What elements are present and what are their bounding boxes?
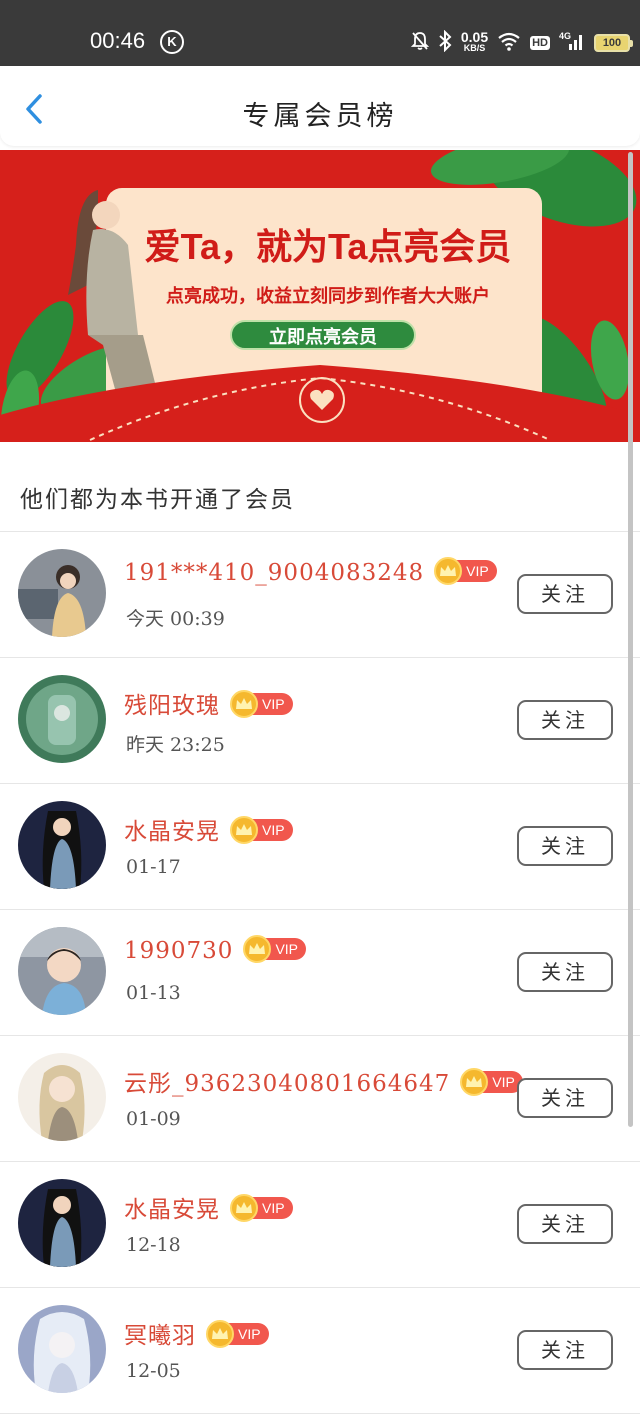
- wifi-icon: [497, 31, 521, 55]
- member-join-time: 01-13: [126, 982, 181, 1004]
- member-name-text: 冥曦羽: [124, 1323, 196, 1349]
- member-name-text: 水晶安晃: [124, 1197, 220, 1223]
- svg-text:4G: 4G: [559, 31, 571, 41]
- mute-bell-icon: [410, 31, 430, 55]
- avatar-image: [18, 675, 106, 763]
- section-title: 他们都为本书开通了会员: [20, 487, 295, 513]
- banner-headline: 爱Ta，就为Ta点亮会员: [144, 226, 512, 267]
- avatar-image: [18, 1305, 106, 1393]
- member-row[interactable]: 191***410_9004083248 VIP 今天 00:39 关注: [0, 532, 640, 658]
- vip-badge: VIP: [206, 1320, 269, 1348]
- vip-badge: VIP: [460, 1068, 523, 1096]
- net-speed: 0.05 KB/S: [460, 29, 489, 54]
- avatar[interactable]: [18, 675, 106, 763]
- member-name-text: 云彤_93623040801664647: [124, 1071, 451, 1097]
- vip-badge: VIP: [243, 935, 307, 963]
- net-speed-unit: KB/S: [463, 43, 486, 53]
- member-row[interactable]: 残阳玫瑰 VIP 昨天 23:25 关注: [0, 658, 640, 784]
- avatar[interactable]: [18, 1053, 106, 1141]
- follow-button[interactable]: 关注: [517, 1078, 613, 1118]
- scrollbar[interactable]: [628, 152, 633, 1127]
- member-row[interactable]: 云彤_93623040801664647 VIP 01-09 关注: [0, 1036, 640, 1162]
- member-name: 残阳玫瑰 VIP: [124, 686, 293, 721]
- member-row[interactable]: 1990730 VIP 01-13 关注: [0, 910, 640, 1036]
- avatar-image: [18, 1053, 106, 1141]
- member-name-text: 1990730: [124, 938, 234, 964]
- status-bar: 00:46 K 0.05 KB/S HD 4G 100: [0, 0, 640, 66]
- avatar[interactable]: [18, 927, 106, 1015]
- follow-button[interactable]: 关注: [517, 700, 613, 740]
- member-name-text: 191***410_9004083248: [124, 560, 425, 586]
- member-name: 水晶安晃 VIP: [124, 812, 293, 847]
- member-row[interactable]: 冥曦羽 VIP 12-05 关注: [0, 1288, 640, 1414]
- member-name: 191***410_9004083248 VIP: [124, 557, 497, 588]
- follow-button[interactable]: 关注: [517, 1330, 613, 1370]
- promo-banner[interactable]: 爱Ta，就为Ta点亮会员 点亮成功，收益立刻同步到作者大大账户 立即点亮会员: [0, 150, 640, 442]
- member-name: 1990730 VIP: [124, 935, 307, 966]
- member-row[interactable]: 水晶安晃 VIP 01-17 关注: [0, 784, 640, 910]
- avatar-image: [18, 927, 106, 1015]
- hd-icon: HD: [530, 36, 550, 50]
- crown-icon: [230, 690, 258, 718]
- member-join-time: 今天 00:39: [126, 608, 225, 630]
- battery-icon: 100: [594, 34, 633, 52]
- member-join-time: 昨天 23:25: [126, 734, 225, 756]
- signal-icon: 4G: [559, 30, 585, 56]
- follow-button[interactable]: 关注: [517, 826, 613, 866]
- banner-subtitle: 点亮成功，收益立刻同步到作者大大账户: [166, 286, 490, 306]
- follow-button[interactable]: 关注: [517, 952, 613, 992]
- avatar[interactable]: [18, 1179, 106, 1267]
- light-up-membership-button[interactable]: 立即点亮会员: [230, 320, 416, 350]
- crown-icon: [230, 1194, 258, 1222]
- member-row[interactable]: 水晶安晃 VIP 12-18 关注: [0, 1162, 640, 1288]
- avatar[interactable]: [18, 1305, 106, 1393]
- avatar-image: [18, 801, 106, 889]
- status-icons: 0.05 KB/S HD 4G 100: [410, 26, 633, 60]
- vip-badge: VIP: [230, 1194, 293, 1222]
- envelope-flap: [0, 365, 640, 442]
- vip-badge: VIP: [230, 816, 293, 844]
- page-title: 专属会员榜: [242, 101, 398, 132]
- bluetooth-icon: [438, 29, 452, 56]
- avatar[interactable]: [18, 801, 106, 889]
- member-name-text: 残阳玫瑰: [124, 693, 220, 719]
- member-join-time: 01-09: [126, 1108, 181, 1130]
- vip-badge: VIP: [230, 690, 293, 718]
- avatar[interactable]: [18, 549, 106, 637]
- crown-icon: [230, 816, 258, 844]
- follow-button[interactable]: 关注: [517, 1204, 613, 1244]
- follow-button[interactable]: 关注: [517, 574, 613, 614]
- avatar-image: [18, 549, 106, 637]
- vip-badge: VIP: [434, 557, 497, 585]
- member-name: 水晶安晃 VIP: [124, 1190, 293, 1225]
- k-badge-icon: K: [160, 30, 184, 54]
- crown-icon: [434, 557, 463, 585]
- member-list: 191***410_9004083248 VIP 今天 00:39 关注 残阳玫瑰…: [0, 532, 640, 1414]
- member-join-time: 12-18: [126, 1234, 181, 1256]
- member-name-text: 水晶安晃: [124, 819, 220, 845]
- net-speed-value: 0.05: [460, 29, 489, 45]
- member-name: 冥曦羽 VIP: [124, 1316, 269, 1351]
- status-time: 00:46: [90, 28, 146, 53]
- avatar-image: [18, 1179, 106, 1267]
- crown-icon: [206, 1320, 234, 1348]
- top-bar: 专属会员榜: [0, 66, 640, 146]
- member-join-time: 12-05: [126, 1360, 181, 1382]
- member-join-time: 01-17: [126, 856, 181, 878]
- member-name: 云彤_93623040801664647 VIP: [124, 1064, 523, 1099]
